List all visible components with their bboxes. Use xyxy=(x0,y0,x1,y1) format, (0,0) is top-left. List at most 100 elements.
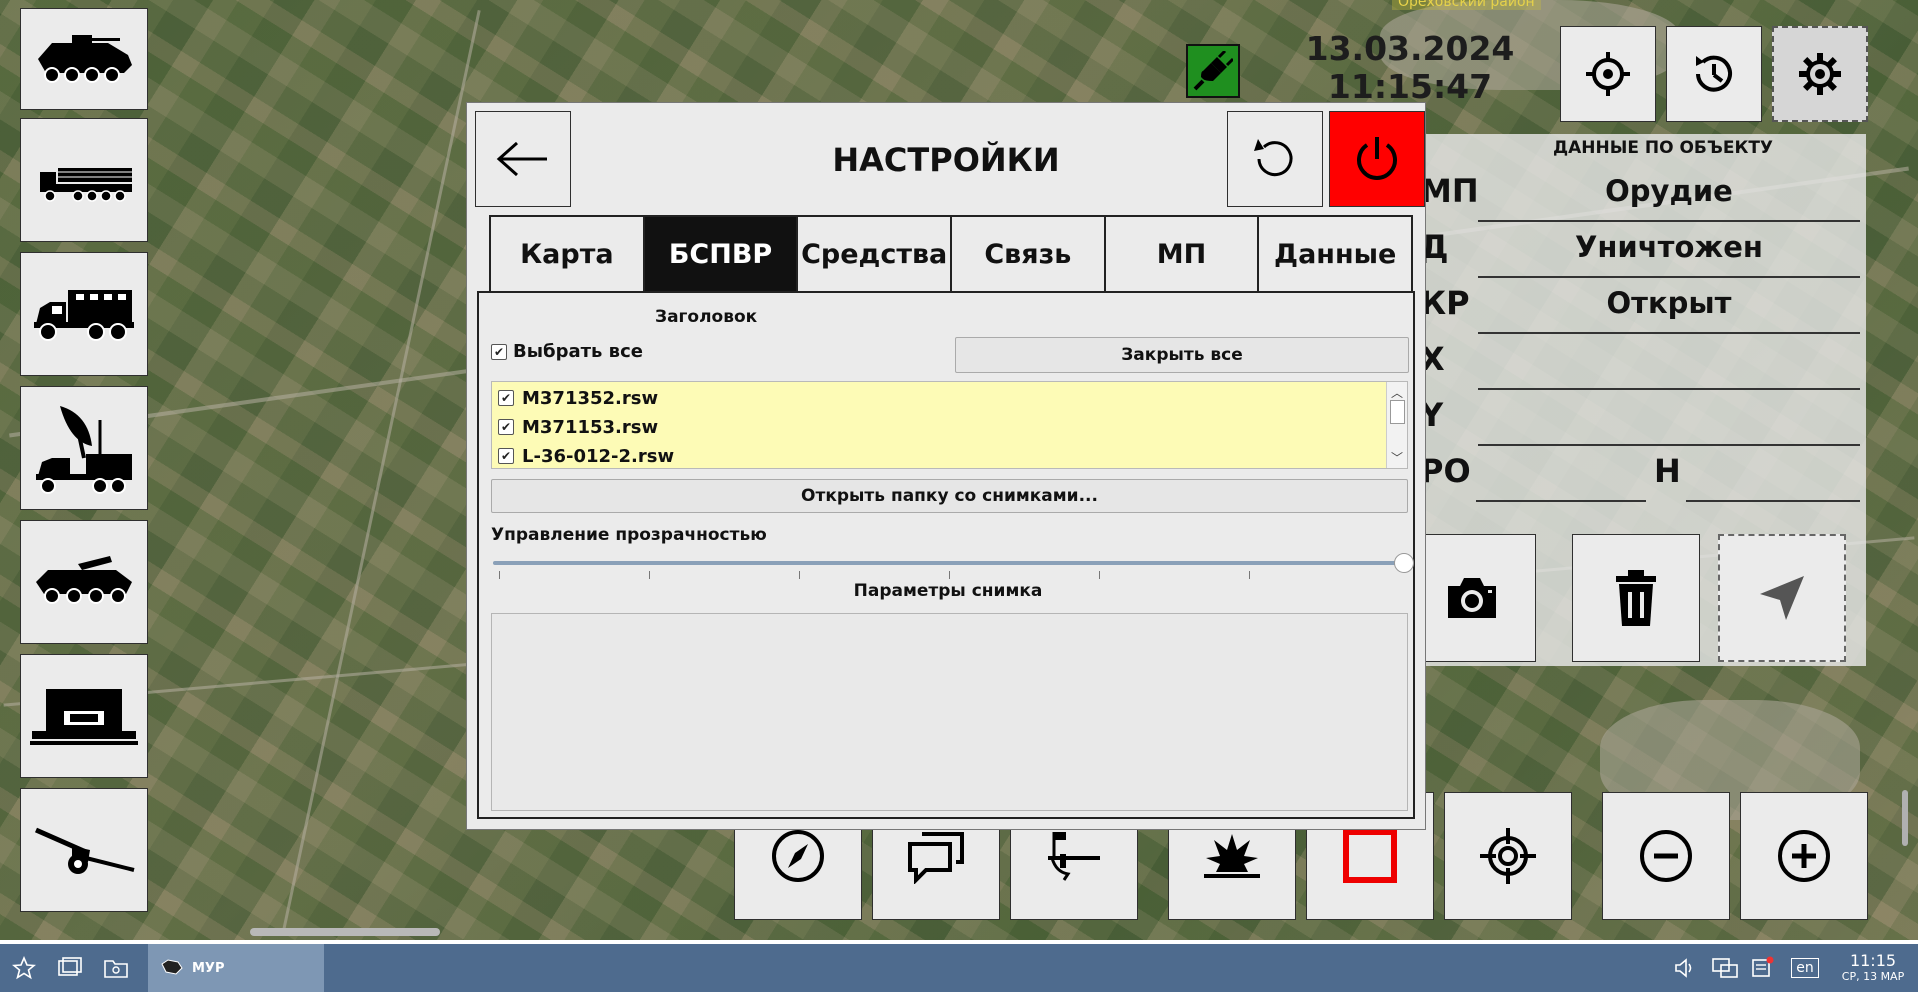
vehicle-radar-button[interactable] xyxy=(20,386,148,510)
file-name: M371352.rsw xyxy=(522,387,659,409)
tab-content: Заголовок ✔ Выбрать все Закрыть все ✔ M3… xyxy=(477,291,1415,819)
row-value[interactable]: Уничтожен xyxy=(1476,230,1862,264)
list-item[interactable]: ✔ M371153.rsw xyxy=(498,413,658,441)
horizontal-scrollbar[interactable] xyxy=(250,928,440,936)
row-value[interactable]: Открыт xyxy=(1476,286,1862,320)
image-file-list[interactable]: ✔ M371352.rsw ✔ M371153.rsw ✔ L-36-012-2… xyxy=(491,381,1408,469)
delete-button[interactable] xyxy=(1572,534,1700,662)
select-all-checkbox[interactable]: ✔ Выбрать все xyxy=(491,341,643,362)
reset-icon xyxy=(1254,139,1293,177)
row-value[interactable]: Орудие xyxy=(1476,174,1862,208)
list-scrollbar[interactable]: ︿ ﹀ xyxy=(1386,382,1407,468)
tab-assets[interactable]: Средства xyxy=(796,215,953,293)
connection-status-icon[interactable] xyxy=(1186,44,1240,98)
tab-map[interactable]: Карта xyxy=(489,215,645,293)
volume-icon[interactable] xyxy=(1670,944,1700,992)
windows-icon[interactable] xyxy=(52,944,88,992)
close-all-button[interactable]: Закрыть все xyxy=(955,337,1409,373)
network-icon[interactable] xyxy=(1708,944,1742,992)
row-key: КР xyxy=(1420,284,1470,322)
power-button[interactable] xyxy=(1329,111,1425,207)
vehicle-apc-button[interactable] xyxy=(20,8,148,110)
datetime-display: 13.03.2024 11:15:47 xyxy=(1300,30,1520,106)
vehicle-armored-button[interactable] xyxy=(20,520,148,644)
transparency-slider[interactable] xyxy=(493,561,1403,565)
compass-icon xyxy=(772,830,824,882)
zoom-out-button[interactable] xyxy=(1602,792,1730,920)
object-row-y: Y xyxy=(1400,396,1866,446)
tab-bspvr[interactable]: БСПВР xyxy=(642,215,799,293)
tab-data[interactable]: Данные xyxy=(1257,215,1414,293)
target-button[interactable] xyxy=(1444,792,1572,920)
red-square-icon xyxy=(1343,829,1397,883)
taskbar-app-label: МУР xyxy=(192,960,225,976)
radar-truck-icon xyxy=(36,406,132,494)
transparency-label: Управление прозрачностью xyxy=(491,525,767,545)
taskbar-clock[interactable]: 11:15 СР, 13 МАР xyxy=(1830,944,1916,992)
flag-marker-icon xyxy=(1048,832,1100,881)
settings-button[interactable] xyxy=(1772,26,1868,122)
object-row-type: МП Орудие xyxy=(1400,172,1866,222)
tab-mp[interactable]: МП xyxy=(1103,215,1260,293)
truck-icon xyxy=(34,290,134,341)
chevron-up-icon[interactable]: ︿ xyxy=(1387,384,1407,401)
chat-icon xyxy=(908,832,964,884)
start-star-icon[interactable] xyxy=(6,944,42,992)
object-row-status: Д Уничтожен xyxy=(1400,228,1866,278)
checkbox-icon[interactable]: ✔ xyxy=(498,390,514,406)
notifications-icon[interactable] xyxy=(1748,944,1778,992)
checkbox-icon: ✔ xyxy=(491,343,507,360)
list-item[interactable]: ✔ L-36-012-2.rsw xyxy=(498,442,674,470)
folder-icon[interactable] xyxy=(98,944,134,992)
reset-button[interactable] xyxy=(1227,111,1323,207)
vehicle-truck-button[interactable] xyxy=(20,252,148,376)
taskbar: МУР en 11:15 СР, 13 МАР xyxy=(0,944,1918,992)
object-row-x: Х xyxy=(1400,340,1866,390)
checkbox-icon[interactable]: ✔ xyxy=(498,448,514,464)
send-button[interactable] xyxy=(1718,534,1846,662)
settings-tabs: Карта БСПВР Средства Связь МП Данные xyxy=(489,215,1414,293)
armored-vehicle-icon xyxy=(36,556,132,604)
select-all-label: Выбрать все xyxy=(513,341,643,362)
send-icon xyxy=(1760,576,1804,620)
artillery-button[interactable] xyxy=(20,788,148,912)
vertical-scrollbar[interactable] xyxy=(1902,790,1908,846)
zoom-in-button[interactable] xyxy=(1740,792,1868,920)
shelter-button[interactable] xyxy=(20,654,148,778)
object-panel-title: ДАННЫЕ ПО ОБЪЕКТУ xyxy=(1552,138,1774,158)
locate-button[interactable] xyxy=(1560,26,1656,122)
open-folder-button[interactable]: Открыть папку со снимками... xyxy=(491,479,1408,513)
history-icon xyxy=(1696,55,1732,92)
bunker-icon xyxy=(30,689,138,745)
row-key: РО xyxy=(1420,452,1471,490)
checkbox-icon[interactable]: ✔ xyxy=(498,419,514,435)
clock-date: СР, 13 МАР xyxy=(1841,970,1905,983)
lang-indicator: en xyxy=(1791,958,1819,978)
settings-dialog: НАСТРОЙКИ Карта БСПВР Средства Связь МП … xyxy=(466,102,1426,830)
row-key: МП xyxy=(1420,172,1479,210)
zoom-in-icon xyxy=(1778,830,1830,882)
taskbar-app-mur[interactable]: МУР xyxy=(148,944,324,992)
zoom-out-icon xyxy=(1640,830,1692,882)
file-name: M371153.rsw xyxy=(522,416,659,438)
apc-icon xyxy=(38,35,132,83)
chevron-down-icon[interactable]: ﹀ xyxy=(1387,449,1407,466)
file-name: L-36-012-2.rsw xyxy=(522,445,675,467)
object-row-ro: РО Н xyxy=(1400,452,1866,502)
camera-icon xyxy=(1448,578,1496,618)
keyboard-layout[interactable]: en xyxy=(1790,944,1820,992)
date-text: 13.03.2024 xyxy=(1305,29,1515,68)
camera-button[interactable] xyxy=(1408,534,1536,662)
image-params-label: Параметры снимка xyxy=(853,581,1043,601)
tab-comms[interactable]: Связь xyxy=(950,215,1106,293)
object-row-cover: КР Открыт xyxy=(1400,284,1866,334)
howitzer-icon xyxy=(34,827,135,874)
list-item[interactable]: ✔ M371352.rsw xyxy=(498,384,658,412)
image-params-area xyxy=(491,613,1408,811)
vehicle-mlrs-button[interactable] xyxy=(20,118,148,242)
explosion-icon xyxy=(1204,834,1260,878)
time-text: 11:15:47 xyxy=(1327,67,1493,106)
slider-handle[interactable] xyxy=(1394,553,1414,573)
history-button[interactable] xyxy=(1666,26,1762,122)
rocket-launcher-icon xyxy=(40,168,132,202)
